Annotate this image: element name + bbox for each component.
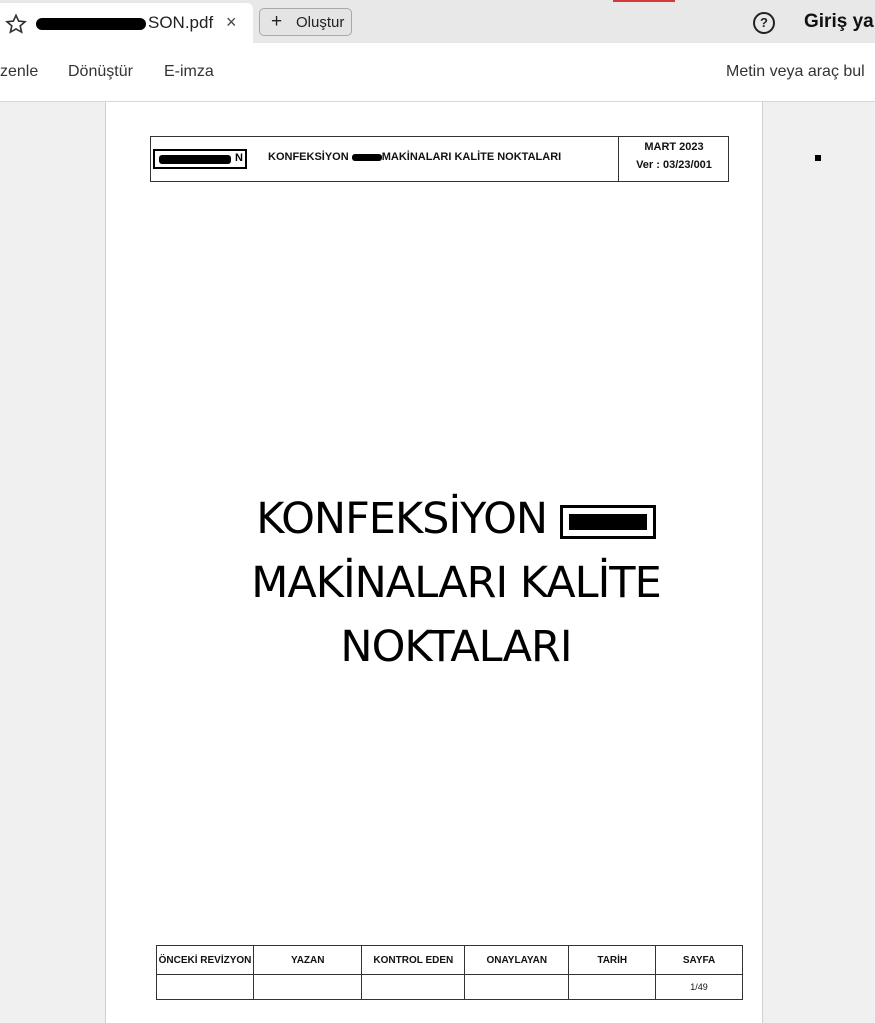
col-header-date: TARİH [568,945,657,975]
create-button[interactable]: + Oluştur [259,8,352,36]
col-header-author: YAZAN [253,945,363,975]
redaction-mark [351,153,382,161]
redaction-mark [559,504,656,539]
toolbar-convert[interactable]: Dönüştür [68,63,133,81]
cell-page-number: 1/49 [655,974,743,1000]
accent-bar [613,0,675,2]
logo-text: N [235,152,243,164]
help-icon[interactable]: ? [753,12,775,34]
cell-date [568,974,657,1000]
title-line-1: KONFEKSİYON [216,487,696,551]
signin-link[interactable]: Giriş ya [804,11,874,33]
title-line-2: MAKİNALARI KALİTE [251,558,662,608]
col-header-checked-by: KONTROL EDEN [361,945,466,975]
toolbar-esign[interactable]: E-imza [164,63,214,81]
document-title: KONFEKSİYON MAKİNALARI KALİTE NOKTALARI [216,487,696,679]
header-version: Ver : 03/23/001 [636,159,712,171]
header-title: KONFEKSİYON MAKİNALARI KALİTE NOKTALARI [268,151,562,163]
pdf-tab[interactable]: SON.pdf × [0,3,253,43]
company-logo: N [153,149,247,169]
margin-marker [815,155,821,161]
plus-icon: + [271,11,283,32]
tab-title: SON.pdf [36,13,213,33]
toolbar-edit[interactable]: zenle [0,63,38,81]
header-date: MART 2023 [644,141,704,153]
close-tab-icon[interactable]: × [226,12,237,33]
find-tool-search[interactable]: Metin veya araç bul [726,63,865,81]
cell-previous-revision [155,974,255,1000]
redaction-mark [159,155,231,164]
pdf-toolbar: zenle Dönüştür E-imza Metin veya araç bu… [0,43,875,102]
star-icon[interactable] [5,13,27,35]
col-header-previous-revision: ÖNCEKİ REVİZYON [155,945,255,975]
title-line-3: NOKTALARI [340,622,572,672]
cell-author [253,974,363,1000]
document-header-table: N KONFEKSİYON MAKİNALARI KALİTE NOKTALAR… [150,136,729,182]
revision-table: ÖNCEKİ REVİZYON YAZAN KONTROL EDEN ONAYL… [155,945,743,1000]
col-header-approved-by: ONAYLAYAN [464,945,570,975]
col-header-page: SAYFA [655,945,743,975]
cell-approved-by [464,974,570,1000]
pdf-page: N KONFEKSİYON MAKİNALARI KALİTE NOKTALAR… [105,102,763,1023]
create-button-label: Oluştur [296,14,345,31]
cell-checked-by [361,974,466,1000]
redaction-mark [36,17,146,30]
browser-tab-bar: SON.pdf × + Oluştur ? Giriş ya [0,0,875,43]
